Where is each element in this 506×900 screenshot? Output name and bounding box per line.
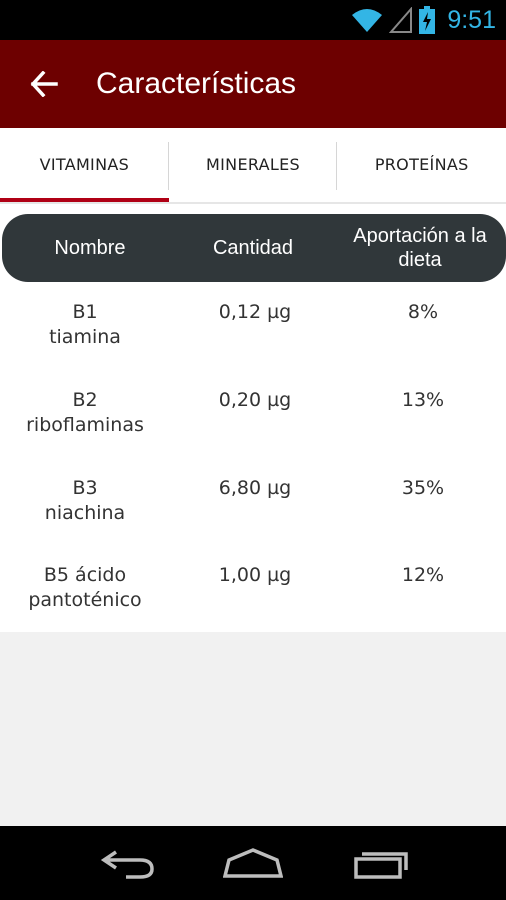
tab-vitaminas[interactable]: VITAMINAS: [0, 128, 169, 204]
cell-name-line2: niachina: [44, 502, 126, 524]
table-header: Nombre Cantidad Aportación a la dieta: [2, 214, 506, 282]
wifi-icon: [352, 9, 383, 32]
tab-label: MINERALES: [206, 154, 300, 174]
cell-quantity: 0,20 µg: [218, 389, 292, 411]
status-icons: 9:51: [351, 4, 496, 36]
tab-label: VITAMINAS: [39, 154, 130, 174]
cell-name-line1: B5 ácido: [43, 564, 127, 586]
vitamins-table: Nombre Cantidad Aportación a la dieta B1…: [0, 204, 506, 632]
status-time: 9:51: [447, 5, 496, 34]
cell-name-line1: B1: [72, 301, 98, 323]
cell-contribution: 35%: [401, 477, 445, 499]
back-arrow-icon: [30, 71, 58, 97]
table-row: B5 ácido pantoténico 1,00 µg 12%: [0, 563, 506, 650]
page-title: Características: [96, 67, 297, 100]
nav-back-button[interactable]: [83, 834, 173, 892]
cell-name: B2 riboflaminas: [0, 388, 170, 438]
cell-quantity: 1,00 µg: [218, 564, 292, 586]
tab-label: PROTEÍNAS: [374, 154, 469, 174]
header-contribution: Aportación a la dieta: [353, 225, 487, 271]
tab-minerales[interactable]: MINERALES: [169, 128, 338, 204]
cell-name-line2: riboflaminas: [26, 414, 144, 436]
back-button[interactable]: [20, 62, 68, 106]
table-row: B3 niachina 6,80 µg 35%: [0, 476, 506, 563]
system-nav-bar: [0, 826, 506, 900]
battery-charging-icon: [419, 6, 436, 34]
table-row: B1 tiamina 0,12 µg 8%: [0, 300, 506, 387]
cell-quantity: 6,80 µg: [218, 477, 292, 499]
cell-name-line1: B3: [72, 477, 98, 499]
cell-contribution: 12%: [401, 564, 445, 586]
cell-quantity: 0,12 µg: [218, 301, 292, 323]
signal-icon: [389, 7, 413, 33]
tab-proteinas[interactable]: PROTEÍNAS: [337, 128, 506, 204]
nav-home-icon: [223, 848, 283, 878]
table-row: B2 riboflaminas 0,20 µg 13%: [0, 388, 506, 475]
nav-back-icon: [100, 850, 154, 879]
status-bar: 9:51: [0, 0, 506, 40]
cell-name: B5 ácido pantoténico: [0, 563, 170, 613]
cell-name-line1: B2: [72, 389, 98, 411]
app-bar: Características: [0, 40, 506, 128]
cell-name: B3 niachina: [0, 476, 170, 526]
tab-bar: VITAMINAS MINERALES PROTEÍNAS: [0, 128, 506, 204]
nav-home-button[interactable]: [208, 834, 298, 892]
header-quantity: Cantidad: [212, 237, 294, 259]
header-name: Nombre: [54, 237, 126, 259]
cell-name-line2: tiamina: [49, 326, 121, 348]
cell-name-line2: pantoténico: [28, 589, 142, 611]
cell-name: B1 tiamina: [0, 300, 170, 350]
nav-recents-icon: [354, 852, 408, 879]
cell-contribution: 8%: [407, 301, 439, 323]
cell-contribution: 13%: [401, 389, 445, 411]
nav-recents-button[interactable]: [336, 834, 426, 892]
